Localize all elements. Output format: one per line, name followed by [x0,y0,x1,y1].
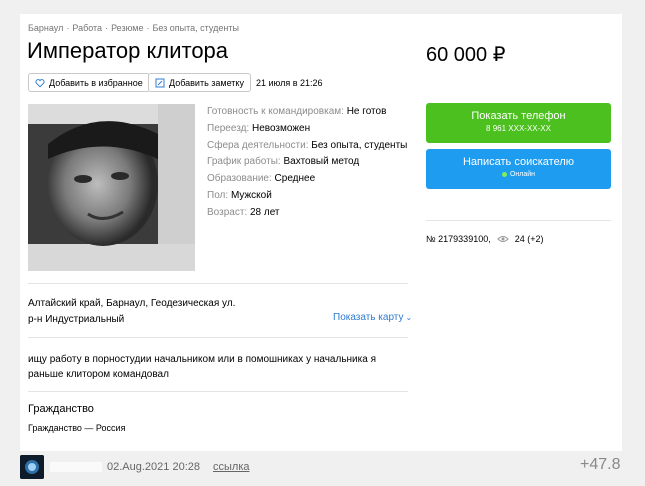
chevron-down-icon: ⌄ [405,313,413,322]
show-map-label: Показать карту [333,312,404,323]
add-favorite-button[interactable]: Добавить в избранное [28,73,150,92]
param-row: Пол: Мужской [207,188,407,205]
breadcrumb-item-work[interactable]: Работа [72,23,102,33]
salary-price: 60 000 ₽ [426,44,506,66]
param-key: Сфера деятельности: [207,139,309,151]
param-key: Пол: [207,189,229,201]
breadcrumb-item-category[interactable]: Без опыта, студенты [152,23,238,33]
photo-image [28,104,195,271]
breadcrumb-item-city[interactable]: Барнаул [28,23,63,33]
phone-number: 8 961 XXX-XX-XX [486,124,551,133]
add-note-label: Добавить заметку [169,77,244,88]
avatar-image [20,455,44,479]
breadcrumb-separator: · [66,23,70,33]
add-favorite-label: Добавить в избранное [49,77,143,88]
listing-meta: № 2179339100, 24 (+2) [426,234,544,244]
citizenship-heading: Гражданство [28,403,94,415]
post-datetime: 02.Aug.2021 20:28 [107,461,200,473]
param-value: Среднее [274,173,316,185]
divider [426,220,611,221]
show-phone-label: Показать телефон [471,110,566,122]
post-date: 02.Aug.2021 [107,461,170,473]
param-key: Образование: [207,173,272,185]
resume-description: ищу работу в порностудии начальником или… [28,354,376,380]
page-title: Император клитора [27,38,229,63]
address-block: Алтайский край, Барнаул, Геодезическая у… [28,296,235,328]
online-dot-icon [501,172,507,177]
param-row: Переезд: Невозможен [207,121,407,138]
show-phone-button[interactable]: Показать телефон 8 961 XXX-XX-XX [426,103,611,143]
breadcrumb: Барнаул · Работа · Резюме · Без опыта, студент… [28,23,239,33]
param-key: Готовность к командировкам: [207,106,344,117]
post-time: 20:28 [172,461,200,473]
param-key: Переезд: [207,122,250,134]
show-map-link[interactable]: Показать карту ⌄ [333,312,412,323]
message-candidate-button[interactable]: Написать соискателю Онлайн [426,149,611,189]
eye-icon [497,236,509,242]
divider [28,391,408,392]
post-link[interactable]: ссылка [213,461,250,473]
param-value: 28 лет [249,206,280,218]
citizenship-value: Гражданство — Россия [28,423,126,433]
param-row: Готовность к командировкам: Не готов [207,104,407,121]
divider [28,337,408,338]
breadcrumb-item-resume[interactable]: Резюме [111,23,143,33]
add-note-button[interactable]: Добавить заметку [148,73,251,92]
breadcrumb-separator: · [146,23,150,33]
param-value: Невозможен [251,122,311,134]
hidden-username [50,462,102,472]
listing-number: № 2179339100, [426,234,491,244]
address-district: р-н Индустриальный [28,314,125,325]
param-key: График работы: [207,156,281,168]
param-value: Мужской [230,189,272,201]
online-status: Онлайн [426,171,611,178]
posted-date: 21 июля в 21:26 [256,78,323,88]
param-value: Без опыта, студенты [311,139,408,151]
post-score: +47.8 [580,456,621,473]
breadcrumb-separator: · [105,23,109,33]
param-value: Вахтовый метод [283,156,360,168]
divider [28,283,408,284]
online-label: Онлайн [509,171,536,178]
resume-card: Барнаул · Работа · Резюме · Без опыта, студент… [20,14,622,451]
avatar[interactable] [20,455,44,479]
param-key: Возраст: [207,206,248,218]
param-row: Возраст: 28 лет [207,205,407,222]
param-row: Сфера деятельности: Без опыта, студенты [207,138,407,155]
param-value: Не готов [346,106,387,117]
resume-params: Готовность к командировкам: Не готов Пер… [207,104,407,222]
note-icon [155,78,165,87]
heart-icon [35,78,45,88]
message-candidate-label: Написать соискателю [462,156,574,168]
view-count: 24 (+2) [514,234,544,244]
address-line: Алтайский край, Барнаул, Геодезическая у… [28,298,236,309]
post-footer: 02.Aug.2021 20:28 ссылка +47.8 [14,452,634,482]
param-row: График работы: Вахтовый метод [207,154,407,171]
param-row: Образование: Среднее [207,171,407,188]
candidate-photo[interactable] [28,104,195,271]
